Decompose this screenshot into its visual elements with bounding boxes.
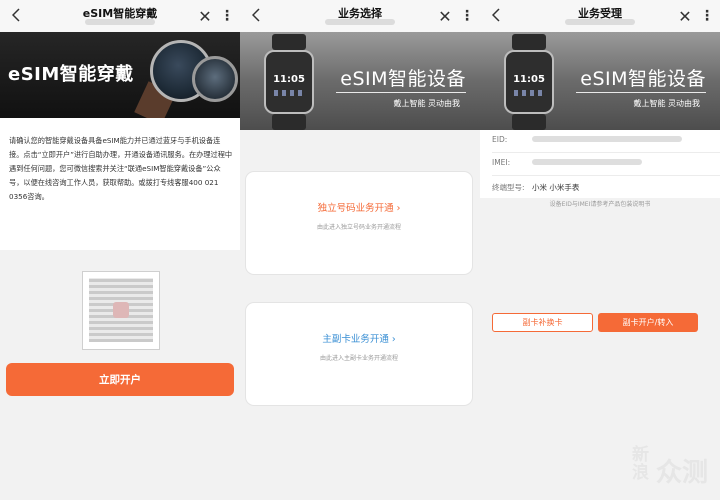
banner: eSIM智能穿戴 [0, 32, 240, 118]
imei-row: IMEI: [492, 155, 712, 169]
watch-image [192, 56, 238, 102]
main-sub-card-desc: 由此进入主副卡业务开通流程 [319, 355, 398, 362]
standalone-number-label: 独立号码业务开通 › [317, 203, 401, 214]
panel-service-acceptance: 业务受理 ✕ ⋮ 11:05 eSIM智能设备 戴上智能 灵动由我 EID: I… [480, 0, 720, 500]
watch-time: 11:05 [273, 74, 305, 85]
top-bar: eSIM智能穿戴 ✕ ⋮ [0, 0, 240, 33]
chevron-left-icon[interactable] [248, 4, 264, 26]
standalone-number-desc: 由此进入独立号码业务开通流程 [316, 224, 401, 231]
watermark-logo: 新浪 众测 [632, 445, 709, 488]
banner: 11:05 eSIM智能设备 戴上智能 灵动由我 [480, 32, 720, 130]
top-bar: 业务受理 ✕ ⋮ [480, 0, 720, 33]
model-label: 终端型号: [492, 182, 525, 192]
page-subtitle-blurred [520, 19, 680, 27]
page-subtitle-blurred [280, 19, 440, 27]
main-sub-card-label: 主副卡业务开通 › [322, 334, 396, 345]
divider [492, 152, 720, 153]
watch-image: 11:05 [504, 34, 554, 130]
eid-imei-hint: 设备EID与IMEI请参考产品包装说明书 [549, 201, 651, 208]
eid-row: EID: [492, 132, 712, 146]
sub-card-open-transfer-button[interactable]: 副卡开户/转入 [598, 313, 698, 332]
device-info-list: EID: IMEI: 终端型号: 小米 小米手表 [480, 130, 720, 198]
standalone-number-card[interactable]: 独立号码业务开通 › 由此进入独立号码业务开通流程 [246, 172, 472, 274]
panel-service-selection: 业务选择 ✕ ⋮ 11:05 eSIM智能设备 戴上智能 灵动由我 独立号码业务… [240, 0, 480, 500]
main-sub-card-card[interactable]: 主副卡业务开通 › 由此进入主副卡业务开通流程 [246, 303, 472, 405]
close-icon[interactable]: ✕ [196, 6, 214, 26]
open-account-button[interactable]: 立即开户 [6, 363, 234, 396]
model-row: 终端型号: 小米 小米手表 [492, 180, 712, 194]
banner-divider [576, 92, 706, 93]
eid-label: EID: [492, 134, 508, 144]
watch-image: 11:05 [264, 34, 314, 130]
more-vertical-icon[interactable]: ⋮ [460, 6, 474, 26]
imei-value-blurred [532, 159, 642, 165]
chevron-left-icon[interactable] [8, 4, 24, 26]
sub-card-replace-button[interactable]: 副卡补换卡 [492, 313, 593, 332]
banner-title: eSIM智能设备 [580, 68, 706, 90]
intro-card: 请确认您的智能穿戴设备具备eSIM能力并已通过蓝牙与手机设备连接。点击“立即开户… [0, 118, 240, 250]
chevron-left-icon[interactable] [488, 4, 504, 26]
banner-slogan: 戴上智能 灵动由我 [633, 99, 700, 108]
banner-title: eSIM智能穿戴 [8, 64, 134, 85]
banner: 11:05 eSIM智能设备 戴上智能 灵动由我 [240, 32, 480, 130]
more-vertical-icon[interactable]: ⋮ [700, 6, 714, 26]
close-icon[interactable]: ✕ [676, 6, 694, 26]
watch-time: 11:05 [513, 74, 545, 85]
close-icon[interactable]: ✕ [436, 6, 454, 26]
page-subtitle-blurred [40, 19, 200, 27]
banner-slogan: 戴上智能 灵动由我 [393, 99, 460, 108]
banner-divider [336, 92, 466, 93]
banner-title: eSIM智能设备 [340, 68, 466, 90]
imei-label: IMEI: [492, 157, 511, 167]
model-value: 小米 小米手表 [532, 182, 580, 192]
panel-esim-wearable: eSIM智能穿戴 ✕ ⋮ eSIM智能穿戴 请确认您的智能穿戴设备具备eSIM能… [0, 0, 240, 500]
divider [492, 175, 720, 176]
qr-code [82, 271, 160, 350]
top-bar: 业务选择 ✕ ⋮ [240, 0, 480, 33]
eid-value-blurred [532, 136, 682, 142]
more-vertical-icon[interactable]: ⋮ [220, 6, 234, 26]
intro-text: 请确认您的智能穿戴设备具备eSIM能力并已通过蓝牙与手机设备连接。点击“立即开户… [9, 136, 233, 201]
